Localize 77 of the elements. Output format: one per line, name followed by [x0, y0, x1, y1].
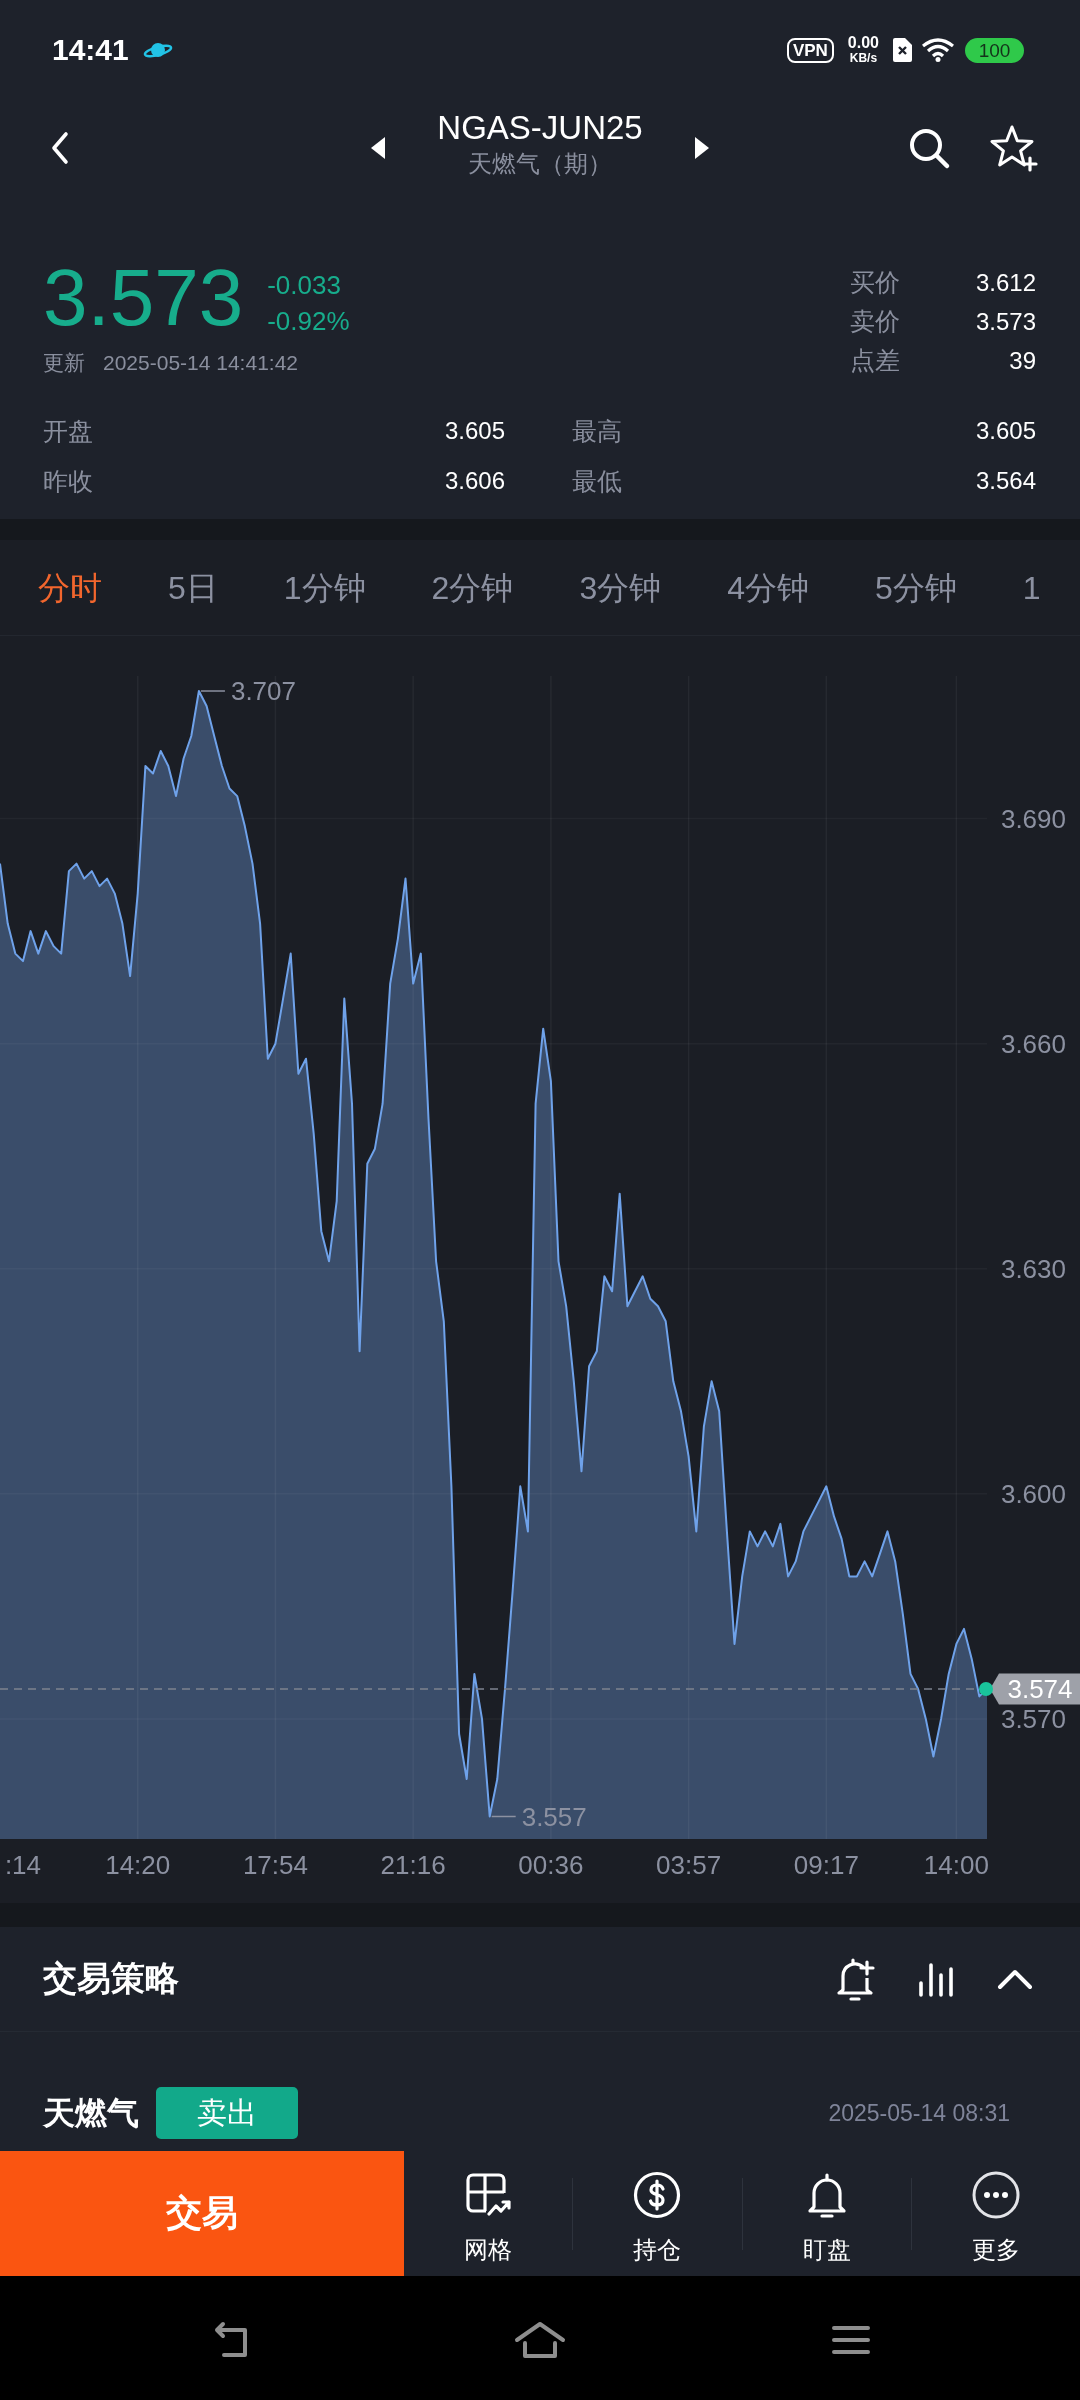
- quote-value: 39: [1008, 346, 1036, 376]
- price-change-percent: -0.92%: [267, 305, 350, 338]
- ref-line-label: 3.574: [1007, 1674, 1073, 1705]
- last-price-dot-icon: [979, 1681, 993, 1696]
- chevron-left-icon[interactable]: [50, 130, 70, 165]
- y-axis-label: 3.690: [1000, 803, 1066, 834]
- y-axis-label: 3.570: [1000, 1704, 1066, 1735]
- period-tab[interactable]: 4分钟: [727, 567, 809, 608]
- update-label: 更新: [43, 350, 85, 376]
- bar-chart-icon[interactable]: [917, 1961, 955, 1997]
- instrument-title: NGAS-JUN25: [437, 107, 643, 148]
- menu-icon[interactable]: [831, 2323, 871, 2356]
- update-time: 2025-05-14 14:41:42: [103, 350, 298, 376]
- extreme-price-label: 3.557: [521, 1801, 587, 1832]
- price-change: -0.033: [267, 269, 342, 302]
- stat-value: 3.605: [975, 417, 1036, 445]
- instrument-name: 天燃气: [43, 2094, 139, 2133]
- caret-left-icon[interactable]: [371, 136, 385, 159]
- stat-label: 昨收: [43, 465, 93, 497]
- home-icon[interactable]: [514, 2320, 566, 2359]
- instrument-subtitle: 天燃气（期）: [468, 148, 612, 179]
- stat-value: 3.605: [444, 417, 505, 445]
- quote-value: 3.573: [975, 307, 1036, 337]
- quote-label: 卖价: [850, 306, 900, 337]
- sim-card-icon: [893, 38, 912, 62]
- extreme-price-label: 3.707: [230, 676, 296, 707]
- battery-indicator: 100: [965, 37, 1024, 63]
- y-axis-label: 3.600: [1000, 1478, 1066, 1509]
- x-axis-label: 14:20: [105, 1850, 171, 1881]
- y-axis-label: 3.630: [1000, 1253, 1066, 1284]
- nav-item[interactable]: 盯盘: [742, 2151, 911, 2276]
- stat-label: 最高: [572, 415, 622, 447]
- x-axis-label: 03:57: [656, 1850, 722, 1881]
- period-tab[interactable]: 2分钟: [431, 567, 514, 608]
- star-plus-icon[interactable]: [988, 123, 1040, 172]
- period-tab[interactable]: 5分钟: [875, 567, 957, 608]
- y-axis-label: 3.660: [1000, 1028, 1066, 1059]
- trade-button[interactable]: 交易: [0, 2151, 404, 2276]
- nav-item[interactable]: 更多: [911, 2151, 1080, 2276]
- back-arrow-icon[interactable]: [213, 2320, 249, 2359]
- period-tab[interactable]: 1: [1022, 567, 1041, 608]
- stat-value: 3.564: [975, 467, 1036, 495]
- leader-line: [490, 1815, 517, 1818]
- caret-right-icon[interactable]: [695, 136, 709, 159]
- x-axis-label: 00:36: [518, 1850, 584, 1881]
- leader-line: [200, 690, 226, 692]
- signal-time: 2025-05-14 08:31: [828, 2099, 1010, 2128]
- grid-chart-icon: [464, 2171, 513, 2219]
- chevron-up-icon[interactable]: [997, 1968, 1033, 1990]
- last-price-tag: 3.574: [990, 1673, 1080, 1705]
- nav-item[interactable]: 网格: [404, 2151, 573, 2276]
- wifi-icon: [921, 38, 955, 62]
- vpn-indicator: VPN: [786, 37, 834, 63]
- x-axis-label: :14: [4, 1850, 42, 1881]
- x-axis-label: 17:54: [242, 1850, 308, 1881]
- period-tab[interactable]: 5日: [168, 567, 218, 608]
- network-speed: 0.00: [847, 35, 879, 51]
- dollar-circle-icon: [633, 2171, 682, 2219]
- last-price: 3.573: [43, 258, 244, 338]
- status-time: 14:41: [52, 32, 129, 68]
- period-tab[interactable]: 1分钟: [283, 567, 366, 608]
- more-icon: [971, 2171, 1020, 2219]
- nav-item[interactable]: 持仓: [573, 2151, 742, 2276]
- period-tab[interactable]: 分时: [38, 567, 102, 608]
- section-title: 交易策略: [43, 1958, 179, 1999]
- x-axis-label: 21:16: [380, 1850, 446, 1881]
- quote-label: 点差: [850, 345, 900, 376]
- trade-side-tag: 卖出: [156, 2087, 298, 2139]
- period-tab[interactable]: 3分钟: [579, 567, 662, 608]
- stat-label: 最低: [572, 465, 622, 497]
- quote-label: 买价: [850, 267, 900, 298]
- quote-value: 3.612: [975, 268, 1036, 298]
- stat-value: 3.606: [444, 467, 505, 495]
- x-axis-label: 09:17: [793, 1850, 859, 1881]
- x-axis-label: 14:00: [923, 1850, 989, 1881]
- network-speed-unit: KB/s: [849, 51, 878, 65]
- stat-label: 开盘: [43, 415, 93, 447]
